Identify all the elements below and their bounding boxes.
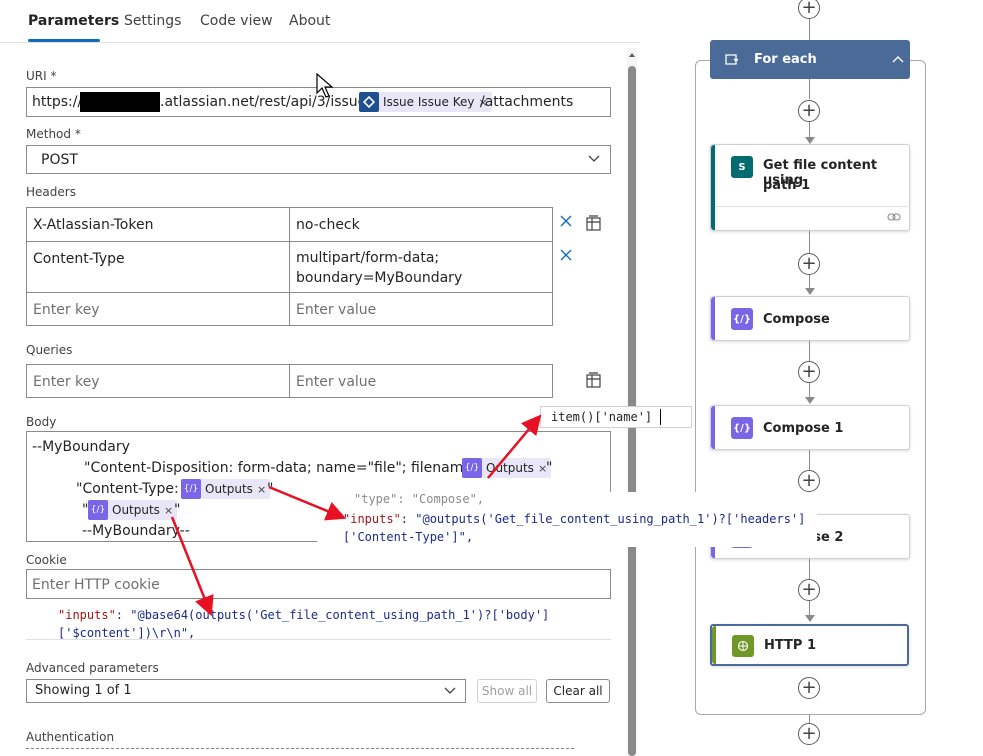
arrow-to-body-content [170, 516, 214, 617]
arrow-to-expression [487, 414, 542, 479]
annotation-arrows [170, 414, 542, 617]
arrow-to-content-type [268, 485, 347, 521]
